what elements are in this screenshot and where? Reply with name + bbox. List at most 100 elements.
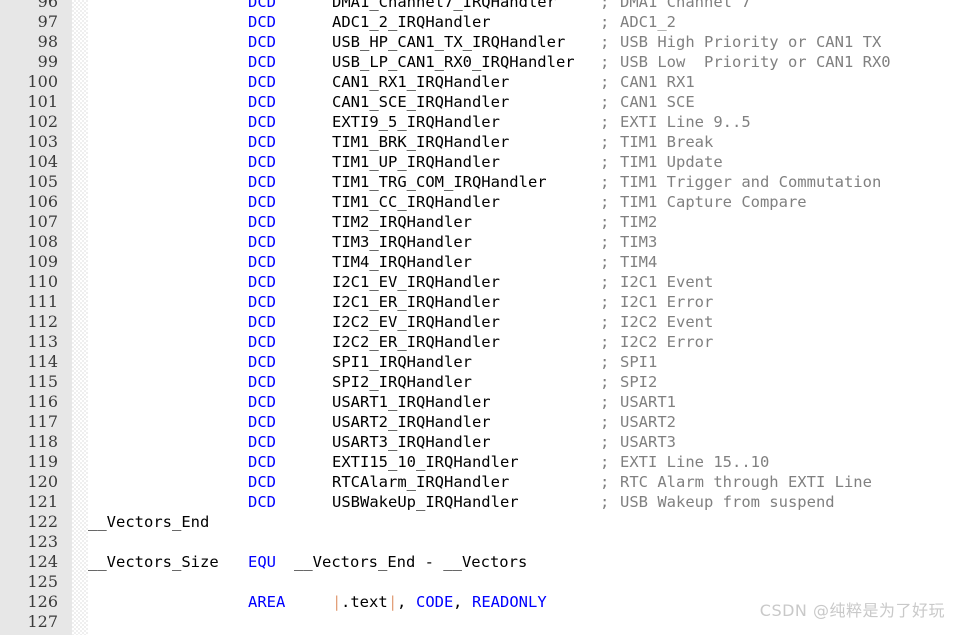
directive-keyword: DCD [248, 53, 276, 71]
line-number: 118 [27, 432, 58, 451]
code-comment: ADC1_2 [620, 13, 676, 31]
code-line[interactable]: DCD SPI1_IRQHandler; SPI1 [88, 352, 957, 372]
handler-symbol: CAN1_RX1_IRQHandler [332, 73, 510, 91]
directive-keyword: DCD [248, 393, 276, 411]
handler-symbol: USB_LP_CAN1_RX0_IRQHandler [332, 53, 575, 71]
handler-symbol: I2C2_ER_IRQHandler [332, 333, 500, 351]
line-number-list: 96 97 98 99 100 101 102 103 104 105 106 107 108 109 11… [0, 0, 64, 632]
code-comment: I2C1 Error [620, 293, 714, 311]
directive-keyword: DCD [248, 0, 276, 11]
comment-marker: ; [600, 453, 610, 471]
code-line[interactable] [88, 572, 957, 592]
directive-keyword: DCD [248, 153, 276, 171]
comment-marker: ; [600, 53, 610, 71]
line-number: 108 [27, 232, 58, 251]
comment-marker: ; [600, 153, 610, 171]
code-line[interactable]: DCD USB_LP_CAN1_RX0_IRQHandler; USB Low Pr… [88, 52, 957, 72]
handler-symbol: USBWakeUp_IRQHandler [332, 493, 519, 511]
line-number: 104 [27, 152, 58, 171]
handler-symbol: SPI1_IRQHandler [332, 353, 472, 371]
code-line[interactable]: DCD I2C1_EV_IRQHandler; I2C1 Event [88, 272, 957, 292]
line-number: 109 [27, 252, 58, 271]
code-line[interactable]: DCD TIM1_BRK_IRQHandler; TIM1 Break [88, 132, 957, 152]
handler-symbol: TIM1_CC_IRQHandler [332, 193, 500, 211]
code-comment: USART2 [620, 413, 676, 431]
code-line[interactable]: DCD CAN1_RX1_IRQHandler; CAN1 RX1 [88, 72, 957, 92]
line-number: 103 [27, 132, 58, 151]
code-line[interactable]: DCD DMA1_Channel7_IRQHandler; DMA1 Channel… [88, 0, 957, 12]
line-number: 98 [37, 32, 58, 51]
line-number: 110 [27, 272, 58, 291]
comment-marker: ; [600, 113, 610, 131]
comment-marker: ; [600, 0, 610, 11]
handler-symbol: I2C1_EV_IRQHandler [332, 273, 500, 291]
code-line[interactable]: DCD TIM1_TRG_COM_IRQHandler; TIM1 Trigger … [88, 172, 957, 192]
code-line[interactable]: DCD EXTI9_5_IRQHandler; EXTI Line 9..5 [88, 112, 957, 132]
directive-keyword: DCD [248, 113, 276, 131]
comment-marker: ; [600, 433, 610, 451]
code-comment: CAN1 RX1 [620, 73, 695, 91]
code-line[interactable]: DCD USART1_IRQHandler; USART1 [88, 392, 957, 412]
comment-marker: ; [600, 193, 610, 211]
code-line[interactable]: DCD TIM3_IRQHandler; TIM3 [88, 232, 957, 252]
line-number: 115 [27, 372, 58, 391]
line-number: 114 [27, 352, 58, 371]
code-comment: DMA1 Channel 7 [620, 0, 751, 11]
code-line[interactable]: __Vectors_Size EQU __Vectors_End - __Vecto… [88, 552, 957, 572]
line-number: 121 [27, 492, 58, 511]
code-line[interactable]: DCD TIM1_CC_IRQHandler; TIM1 Capture Compa… [88, 192, 957, 212]
code-comment: TIM1 Update [620, 153, 723, 171]
code-line[interactable]: DCD I2C2_ER_IRQHandler; I2C2 Error [88, 332, 957, 352]
comment-marker: ; [600, 333, 610, 351]
handler-symbol: I2C2_EV_IRQHandler [332, 313, 500, 331]
code-line[interactable]: DCD USBWakeUp_IRQHandler; USB Wakeup from … [88, 492, 957, 512]
code-line[interactable]: __Vectors_End [88, 512, 957, 532]
comment-marker: ; [600, 173, 610, 191]
directive-keyword: DCD [248, 453, 276, 471]
code-line[interactable]: DCD TIM4_IRQHandler; TIM4 [88, 252, 957, 272]
line-number: 120 [27, 472, 58, 491]
code-line[interactable]: DCD RTCAlarm_IRQHandler; RTC Alarm through… [88, 472, 957, 492]
code-line[interactable]: DCD EXTI15_10_IRQHandler; EXTI Line 15..10 [88, 452, 957, 472]
code-content[interactable]: DCD DMA1_Channel7_IRQHandler; DMA1 Channel… [88, 0, 957, 632]
comment-marker: ; [600, 373, 610, 391]
line-number: 111 [27, 292, 58, 311]
code-line[interactable]: DCD CAN1_SCE_IRQHandler; CAN1 SCE [88, 92, 957, 112]
code-line[interactable]: DCD ADC1_2_IRQHandler; ADC1_2 [88, 12, 957, 32]
comment-marker: ; [600, 393, 610, 411]
directive-keyword: DCD [248, 373, 276, 391]
code-comment: SPI1 [620, 353, 658, 371]
code-line[interactable]: DCD USART3_IRQHandler; USART3 [88, 432, 957, 452]
code-line[interactable]: DCD SPI2_IRQHandler; SPI2 [88, 372, 957, 392]
code-comment: USB Wakeup from suspend [620, 493, 835, 511]
directive-keyword: DCD [248, 473, 276, 491]
comment-marker: ; [600, 13, 610, 31]
line-number: 112 [27, 312, 58, 331]
line-number: 102 [27, 112, 58, 131]
code-label: __Vectors_Size [88, 553, 219, 571]
code-comment: USART1 [620, 393, 676, 411]
code-line[interactable]: DCD USART2_IRQHandler; USART2 [88, 412, 957, 432]
handler-symbol: DMA1_Channel7_IRQHandler [332, 0, 556, 11]
handler-symbol: SPI2_IRQHandler [332, 373, 472, 391]
gutter-folding-strip[interactable] [72, 0, 88, 635]
code-line[interactable]: DCD I2C1_ER_IRQHandler; I2C1 Error [88, 292, 957, 312]
handler-symbol: TIM1_UP_IRQHandler [332, 153, 500, 171]
handler-symbol: TIM4_IRQHandler [332, 253, 472, 271]
comment-marker: ; [600, 313, 610, 331]
code-line[interactable]: DCD TIM1_UP_IRQHandler; TIM1 Update [88, 152, 957, 172]
code-line[interactable]: DCD I2C2_EV_IRQHandler; I2C2 Event [88, 312, 957, 332]
area-section-name: .text [341, 593, 388, 611]
line-number: 124 [27, 552, 58, 571]
code-attribute-keyword: CODE [416, 593, 454, 611]
code-line[interactable]: DCD USB_HP_CAN1_TX_IRQHandler; USB High Pr… [88, 32, 957, 52]
comment-marker: ; [600, 253, 610, 271]
code-comment: USB Low Priority or CAN1 RX0 [620, 53, 891, 71]
directive-keyword: DCD [248, 193, 276, 211]
code-line[interactable] [88, 532, 957, 552]
line-number: 127 [27, 612, 58, 631]
code-comment: TIM3 [620, 233, 658, 251]
comment-marker: ; [600, 33, 610, 51]
code-line[interactable]: DCD TIM2_IRQHandler; TIM2 [88, 212, 957, 232]
code-comment: EXTI Line 9..5 [620, 113, 751, 131]
